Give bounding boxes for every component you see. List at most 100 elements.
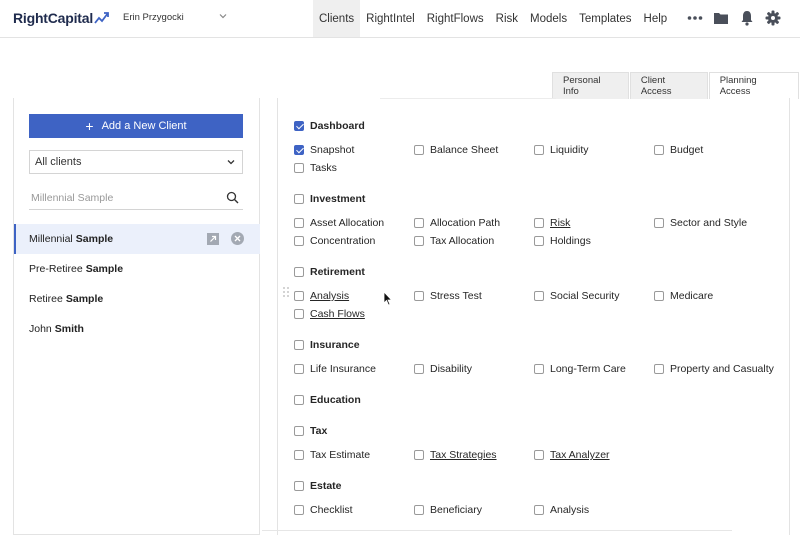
open-external-icon[interactable]	[207, 233, 219, 245]
drag-handle-icon[interactable]	[283, 287, 289, 297]
permission-label-risk[interactable]: Risk	[550, 217, 570, 229]
checkbox-investment-asset-allocation[interactable]	[294, 218, 304, 228]
client-row-millennial-sample[interactable]: Millennial Sample	[14, 224, 260, 254]
divider	[262, 530, 732, 531]
permission-label-stress-test: Stress Test	[430, 290, 482, 302]
checkbox-insurance-long-term-care[interactable]	[534, 364, 544, 374]
section-title-education: Education	[310, 394, 361, 406]
rightcapital-logo[interactable]: RightCapital	[13, 10, 110, 26]
checkbox-tax-tax-analyzer[interactable]	[534, 450, 544, 460]
client-first-name: John	[29, 323, 52, 335]
nav-risk[interactable]: Risk	[490, 0, 524, 37]
checkbox-tax-tax-strategies[interactable]	[414, 450, 424, 460]
permission-label-cash-flows[interactable]: Cash Flows	[310, 308, 365, 320]
folder-icon[interactable]	[712, 9, 730, 27]
tab-client-access[interactable]: Client Access	[629, 72, 708, 99]
nav-models[interactable]: Models	[524, 0, 573, 37]
permission-label-snapshot: Snapshot	[310, 144, 355, 156]
client-last-name: Sample	[65, 293, 104, 305]
checkbox-insurance-life-insurance[interactable]	[294, 364, 304, 374]
checkbox-investment-holdings[interactable]	[534, 236, 544, 246]
client-filter-value: All clients	[35, 156, 82, 168]
permission-label-tax-analyzer[interactable]: Tax Analyzer	[550, 449, 610, 461]
chevron-down-icon	[227, 160, 235, 165]
checkbox-retirement-analysis[interactable]	[294, 291, 304, 301]
checkbox-insurance[interactable]	[294, 340, 304, 350]
checkbox-investment-tax-allocation[interactable]	[414, 236, 424, 246]
checkbox-retirement-stress-test[interactable]	[414, 291, 424, 301]
section-title-retirement: Retirement	[310, 266, 365, 278]
checkbox-dashboard-liquidity[interactable]	[534, 145, 544, 155]
permission-label-long-term-care: Long-Term Care	[550, 363, 626, 375]
checkbox-investment-concentration[interactable]	[294, 236, 304, 246]
tab-planning-access[interactable]: Planning Access	[708, 72, 799, 99]
nav-rightflows[interactable]: RightFlows	[421, 0, 490, 37]
permission-label-checklist: Checklist	[310, 504, 353, 516]
checkbox-investment[interactable]	[294, 194, 304, 204]
client-first-name: Retiree	[29, 293, 63, 305]
client-last-name: Sample	[75, 233, 114, 245]
bell-icon[interactable]	[738, 9, 756, 27]
checkbox-retirement-cash-flows[interactable]	[294, 309, 304, 319]
client-search	[29, 188, 243, 210]
client-row-john-smith[interactable]: John Smith	[14, 314, 260, 344]
checkbox-dashboard-balance-sheet[interactable]	[414, 145, 424, 155]
client-search-input[interactable]	[29, 188, 219, 208]
divider	[380, 98, 556, 99]
client-last-name: Smith	[54, 323, 84, 335]
nav-clients[interactable]: Clients	[313, 0, 361, 37]
permission-label-tax-strategies[interactable]: Tax Strategies	[430, 449, 497, 461]
checkbox-dashboard[interactable]	[294, 121, 304, 131]
client-last-name: Sample	[85, 263, 124, 275]
chevron-down-icon[interactable]	[218, 11, 228, 21]
permission-label-tasks: Tasks	[310, 162, 337, 174]
checkbox-investment-sector-and-style[interactable]	[654, 218, 664, 228]
client-row-retiree-sample[interactable]: Retiree Sample	[14, 284, 260, 314]
checkbox-estate-checklist[interactable]	[294, 505, 304, 515]
checkbox-estate[interactable]	[294, 481, 304, 491]
permission-label-disability: Disability	[430, 363, 473, 375]
permission-label-beneficiary: Beneficiary	[430, 504, 482, 516]
permission-label-analysis[interactable]: Analysis	[310, 290, 349, 302]
checkbox-dashboard-snapshot[interactable]	[294, 145, 304, 155]
checkbox-tax[interactable]	[294, 426, 304, 436]
section-title-insurance: Insurance	[310, 339, 360, 351]
client-filter-select[interactable]: All clients	[29, 150, 243, 174]
checkbox-investment-risk[interactable]	[534, 218, 544, 228]
client-row-pre-retiree-sample[interactable]: Pre-Retiree Sample	[14, 254, 260, 284]
checkbox-dashboard-tasks[interactable]	[294, 163, 304, 173]
checkbox-investment-allocation-path[interactable]	[414, 218, 424, 228]
client-detail-tabs: Personal Info Client Access Planning Acc…	[552, 72, 800, 99]
top-navigation-bar: RightCapital Erin Przygocki Clients Righ…	[0, 0, 800, 38]
gear-icon[interactable]	[764, 9, 782, 27]
checkbox-retirement-social-security[interactable]	[534, 291, 544, 301]
permission-label-holdings: Holdings	[550, 235, 591, 247]
client-first-name: Pre-Retiree	[29, 263, 83, 275]
permission-label-life-insurance: Life Insurance	[310, 363, 376, 375]
tab-personal-info[interactable]: Personal Info	[552, 72, 629, 99]
checkbox-tax-tax-estimate[interactable]	[294, 450, 304, 460]
checkbox-insurance-disability[interactable]	[414, 364, 424, 374]
checkbox-retirement[interactable]	[294, 267, 304, 277]
add-new-client-button[interactable]: + Add a New Client	[29, 114, 243, 138]
checkbox-retirement-medicare[interactable]	[654, 291, 664, 301]
search-icon[interactable]	[226, 191, 239, 204]
nav-templates[interactable]: Templates	[573, 0, 637, 37]
permission-label-budget: Budget	[670, 144, 704, 156]
plus-icon: +	[85, 118, 94, 134]
checkbox-dashboard-budget[interactable]	[654, 145, 664, 155]
nav-icon-group	[686, 9, 790, 27]
user-switcher-name[interactable]: Erin Przygocki	[123, 12, 184, 23]
checkbox-estate-beneficiary[interactable]	[414, 505, 424, 515]
permission-label-analysis: Analysis	[550, 504, 590, 516]
permission-label-medicare: Medicare	[670, 290, 714, 302]
permission-label-balance-sheet: Balance Sheet	[430, 144, 499, 156]
section-title-tax: Tax	[310, 425, 328, 437]
nav-help[interactable]: Help	[638, 0, 674, 37]
close-icon[interactable]	[231, 232, 244, 245]
nav-rightintel[interactable]: RightIntel	[360, 0, 421, 37]
checkbox-education[interactable]	[294, 395, 304, 405]
checkbox-insurance-property-and-casualty[interactable]	[654, 364, 664, 374]
more-icon[interactable]	[686, 9, 704, 27]
checkbox-estate-analysis[interactable]	[534, 505, 544, 515]
